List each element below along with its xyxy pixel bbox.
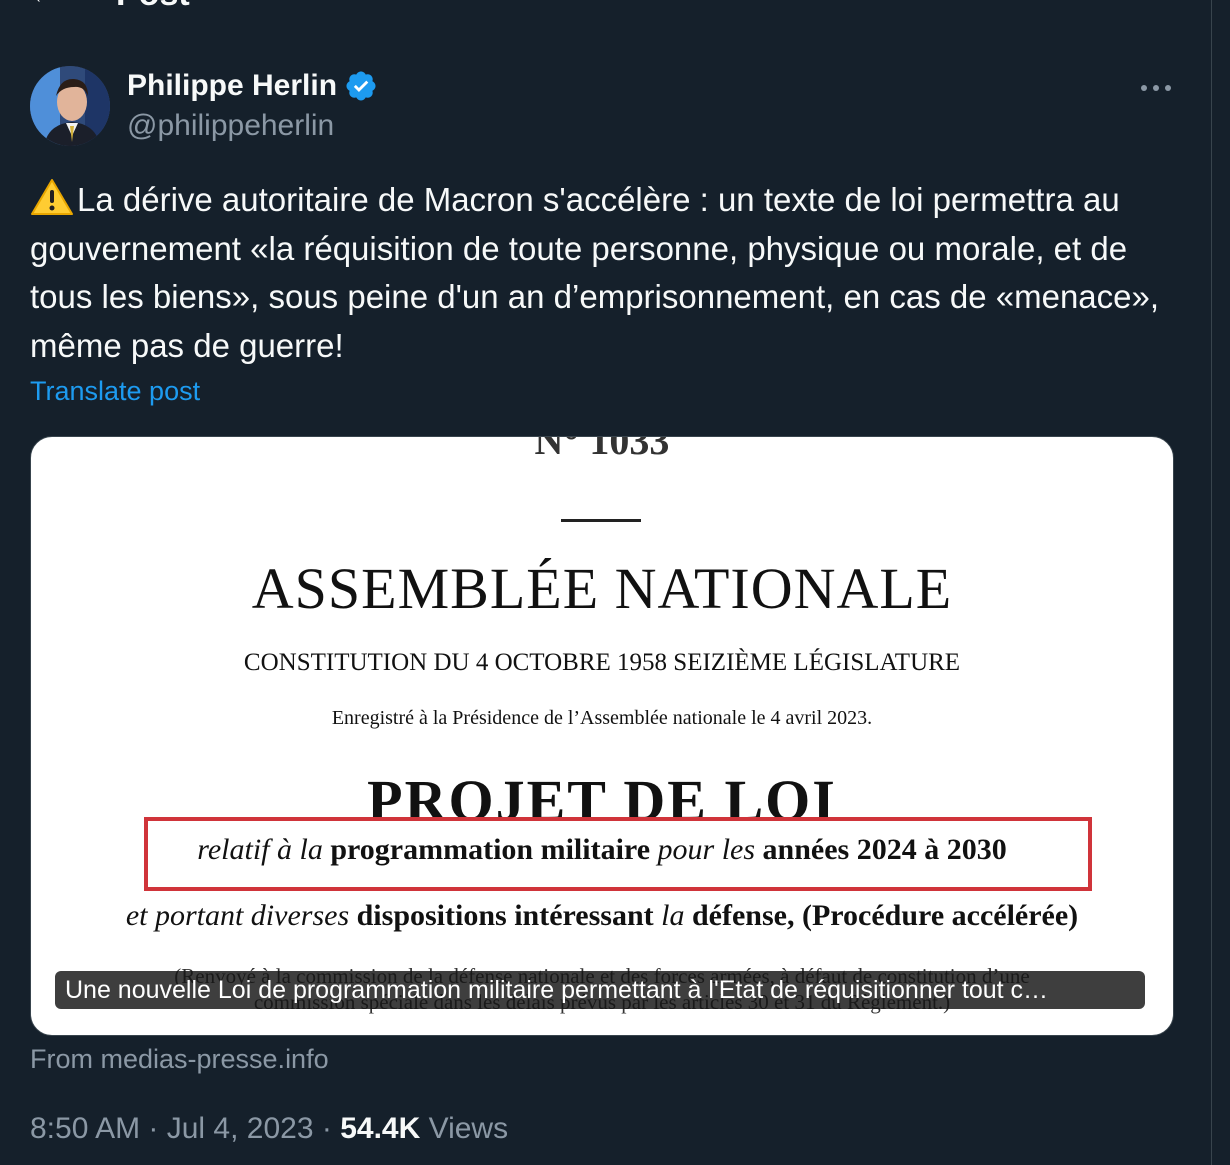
author-handle[interactable]: @philippeherlin [127, 106, 378, 146]
meta-separator: · [313, 1112, 341, 1145]
post-text: La dérive autoritaire de Macron s'accélè… [30, 176, 1180, 370]
meta-separator: · [140, 1112, 167, 1145]
doc-assembly-title: ASSEMBLÉE NATIONALE [251, 556, 953, 621]
link-card[interactable]: N° 1033 ASSEMBLÉE NATIONALE CONSTITUTION… [30, 436, 1174, 1036]
doc-portant-d: défense, (Procédure accélérée) [691, 899, 1079, 932]
warning-icon [30, 178, 74, 216]
card-caption: Une nouvelle Loi de programmation milita… [55, 971, 1145, 1009]
doc-number: N° 1033 [534, 436, 670, 463]
doc-portant-a: et portant diverses [125, 899, 350, 932]
doc-relatif-a: relatif à la [197, 833, 323, 866]
more-options-icon[interactable] [1138, 78, 1174, 98]
views-count: 54.4K [340, 1112, 421, 1145]
avatar[interactable] [30, 66, 110, 146]
doc-registration-line: Enregistré à la Présidence de l’Assemblé… [331, 707, 873, 729]
views-label: Views [420, 1112, 509, 1145]
page-title: Post [116, 0, 190, 14]
post-meta: 8:50 AM · Jul 4, 2023 · 54.4K Views [30, 1112, 508, 1146]
verified-badge-icon[interactable] [344, 69, 378, 103]
doc-divider [561, 519, 641, 522]
doc-portant-b: dispositions intéressant [356, 899, 654, 932]
doc-constitution-line: CONSTITUTION DU 4 OCTOBRE 1958 SEIZIÈME … [243, 649, 961, 676]
doc-relatif-b: programmation militaire [330, 833, 651, 866]
post-author[interactable]: Philippe Herlin @philippeherlin [30, 66, 378, 146]
card-image: N° 1033 ASSEMBLÉE NATIONALE CONSTITUTION… [31, 437, 1173, 1035]
column-border [1211, 0, 1212, 1165]
author-display-name[interactable]: Philippe Herlin [127, 66, 378, 106]
author-name-text: Philippe Herlin [127, 69, 338, 102]
doc-portant-c: la [661, 899, 685, 932]
doc-relatif-c: pour les [657, 833, 756, 866]
post-text-body: La dérive autoritaire de Macron s'accélè… [30, 181, 1160, 364]
post-time[interactable]: 8:50 AM [30, 1112, 140, 1145]
post-date[interactable]: Jul 4, 2023 [167, 1112, 314, 1145]
back-arrow-icon[interactable]: ← [30, 0, 56, 10]
card-source[interactable]: From medias-presse.info [30, 1044, 329, 1075]
doc-relatif-line: relatif à la programmation militaire pou… [31, 833, 1173, 867]
doc-relatif-d: années 2024 à 2030 [762, 833, 1007, 866]
doc-portant-line: et portant diverses dispositions intéres… [31, 899, 1173, 933]
page-header: ← Post [30, 0, 190, 14]
translate-post-link[interactable]: Translate post [30, 376, 200, 407]
